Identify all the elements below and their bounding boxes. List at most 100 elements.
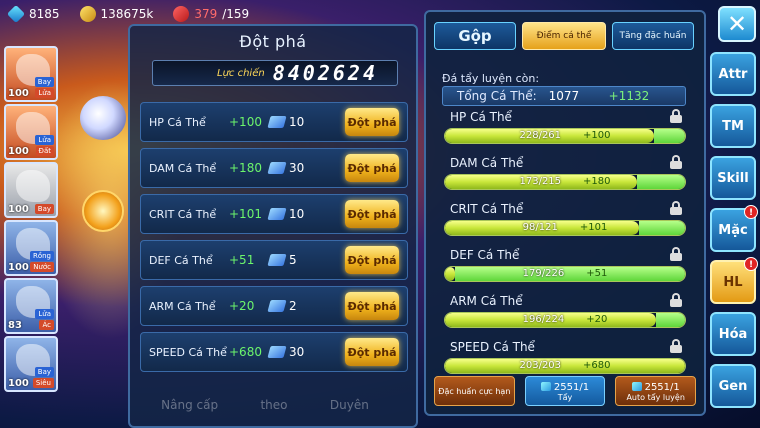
stat-list: HP Cá Thể 228/261 +100 DAM Cá Thể 173/215 +18… (440, 108, 692, 384)
energy-current: 379 (194, 7, 218, 21)
stat-value: 98/121 (522, 222, 558, 233)
pet-level: 100 (8, 378, 29, 389)
stat-bonus: +101 (229, 207, 262, 221)
breakthrough-row: CRIT Cá Thể +101 10 Đột phá (140, 194, 408, 234)
side-button-mặc[interactable]: Mặc! (710, 205, 758, 252)
reroll-count: 2551/1 (553, 381, 590, 393)
breakthrough-row: ARM Cá Thể +20 2 Đột phá (140, 286, 408, 326)
extreme-training-label: Đặc huấn cực hạn (438, 386, 511, 396)
team-slot[interactable]: 100 Lửa Đất (4, 104, 58, 160)
stat-bonus: +51 (586, 268, 608, 279)
breakthrough-row: DAM Cá Thể +180 30 Đột phá (140, 148, 408, 188)
remaining-stones-label: Đá tẩy luyện còn: (442, 72, 540, 85)
stat-bonus: +100 (583, 130, 611, 141)
stat-bar-text: 98/121 +101 (445, 222, 685, 233)
stone-icon (631, 382, 642, 391)
tab-merge[interactable]: Gộp (434, 22, 516, 50)
pet-type-tag: Bay (34, 204, 54, 214)
stat-bar: 173/215 +180 (444, 174, 686, 190)
team-slot[interactable]: 100 Bay Lửa (4, 46, 58, 102)
extreme-training-button[interactable]: Đặc huấn cực hạn (434, 376, 515, 406)
stone-qty: 10 (289, 207, 305, 221)
stat-name: DAM Cá Thể (450, 156, 524, 170)
breakthrough-button[interactable]: Đột phá (345, 154, 399, 182)
stone-qty: 10 (289, 115, 305, 129)
side-button-label: Gen (718, 378, 748, 394)
breakthrough-button[interactable]: Đột phá (345, 246, 399, 274)
team-strip: 100 Bay Lửa 100 Lửa Đất 100 Bay 100 Rồng Nước 83 Lửa… (4, 46, 60, 394)
stat-bar: 228/261 +100 (444, 128, 686, 144)
lock-icon[interactable] (670, 339, 682, 353)
stat-name: ARM Cá Thể (149, 299, 216, 313)
lock-icon[interactable] (670, 247, 682, 261)
tab-individual-points[interactable]: Điểm cá thể (522, 22, 606, 50)
side-button-hl[interactable]: HL! (710, 257, 758, 304)
reroll-count-wrap: 2551/1 (526, 382, 605, 393)
action-bar: Đặc huấn cực hạn 2551/1 Tẩy 2551/1 Auto … (434, 376, 697, 406)
combat-power-label: Lực chiến (217, 67, 265, 79)
combat-power-value: 8402624 (272, 61, 378, 85)
breakthrough-row: HP Cá Thể +100 10 Đột phá (140, 102, 408, 142)
stat-name: CRIT Cá Thể (149, 207, 217, 221)
combat-power-box: Lực chiến 8402624 (152, 60, 398, 86)
breakthrough-button[interactable]: Đột phá (345, 292, 399, 320)
side-menu: Attr TM Skill Mặc! HL! Hóa Gen (710, 52, 758, 416)
stat-bar: 179/226 +51 (444, 266, 686, 282)
stone-icon (267, 346, 287, 358)
stat-bar-text: 196/224 +20 (445, 314, 685, 325)
pet-type-tag: Bay (34, 367, 54, 377)
alert-badge: ! (744, 257, 758, 271)
stat-bonus: +20 (229, 299, 255, 313)
stat-row: CRIT Cá Thể 98/121 +101 (440, 200, 692, 246)
stat-name: HP Cá Thể (149, 115, 206, 129)
tab-bar: Gộp Điểm cá thể Tăng đặc huấn (434, 22, 698, 50)
lock-icon[interactable] (670, 201, 682, 215)
stat-bonus: +680 (583, 360, 611, 371)
close-button[interactable]: ✕ (718, 6, 756, 42)
team-slot[interactable]: 100 Rồng Nước (4, 220, 58, 276)
stat-name: CRIT Cá Thể (450, 202, 524, 216)
stat-name: SPEED Cá Thể (149, 345, 227, 359)
stat-bar: 196/224 +20 (444, 312, 686, 328)
lock-body (670, 299, 682, 307)
reroll-button[interactable]: 2551/1 Tẩy (524, 376, 606, 406)
background-nav-item: Nâng cấp (161, 398, 219, 412)
stat-value: 173/215 (519, 176, 562, 187)
breakthrough-button[interactable]: Đột phá (345, 200, 399, 228)
team-slot[interactable]: 100 Bay (4, 162, 58, 218)
stat-bonus: +100 (229, 115, 262, 129)
side-button-skill[interactable]: Skill (710, 156, 756, 200)
auto-reroll-label: Auto tẩy luyện (626, 392, 685, 402)
stat-bonus: +680 (229, 345, 262, 359)
breakthrough-row: SPEED Cá Thể +680 30 Đột phá (140, 332, 408, 372)
reroll-label: Tẩy (557, 392, 573, 402)
side-button-hóa[interactable]: Hóa (710, 312, 756, 356)
pet-type-tag: Lửa (35, 135, 54, 145)
stat-bar-text: 228/261 +100 (445, 130, 685, 141)
pet-type-tag: Siêu (32, 378, 54, 388)
lock-icon[interactable] (670, 155, 682, 169)
team-slot[interactable]: 83 Lửa Ác (4, 278, 58, 334)
tab-special-training[interactable]: Tăng đặc huấn (612, 22, 694, 50)
stat-name: ARM Cá Thể (450, 294, 523, 308)
auto-reroll-button[interactable]: 2551/1 Auto tẩy luyện (615, 376, 697, 406)
lock-icon[interactable] (670, 293, 682, 307)
breakthrough-button[interactable]: Đột phá (345, 338, 399, 366)
gems-resource: 8185 (6, 4, 60, 24)
breakthrough-button[interactable]: Đột phá (345, 108, 399, 136)
team-slot[interactable]: 100 Bay Siêu (4, 336, 58, 392)
background-nav: Nâng cấp theo Duyên (140, 398, 390, 412)
gem-icon (6, 4, 26, 24)
pet-type-tag: Lửa (35, 88, 54, 98)
stat-row: DEF Cá Thể 179/226 +51 (440, 246, 692, 292)
stat-name: DEF Cá Thể (450, 248, 520, 262)
lock-icon[interactable] (670, 109, 682, 123)
auto-count-wrap: 2551/1 (616, 382, 695, 393)
side-button-label: HL (723, 274, 743, 290)
gold-value: 138675k (100, 7, 154, 21)
pet-type-tag: Đất (35, 146, 54, 156)
side-button-tm[interactable]: TM (710, 104, 756, 148)
side-button-gen[interactable]: Gen (710, 364, 756, 408)
side-button-attr[interactable]: Attr (710, 52, 756, 96)
total-label: Tổng Cá Thể: (457, 89, 537, 103)
